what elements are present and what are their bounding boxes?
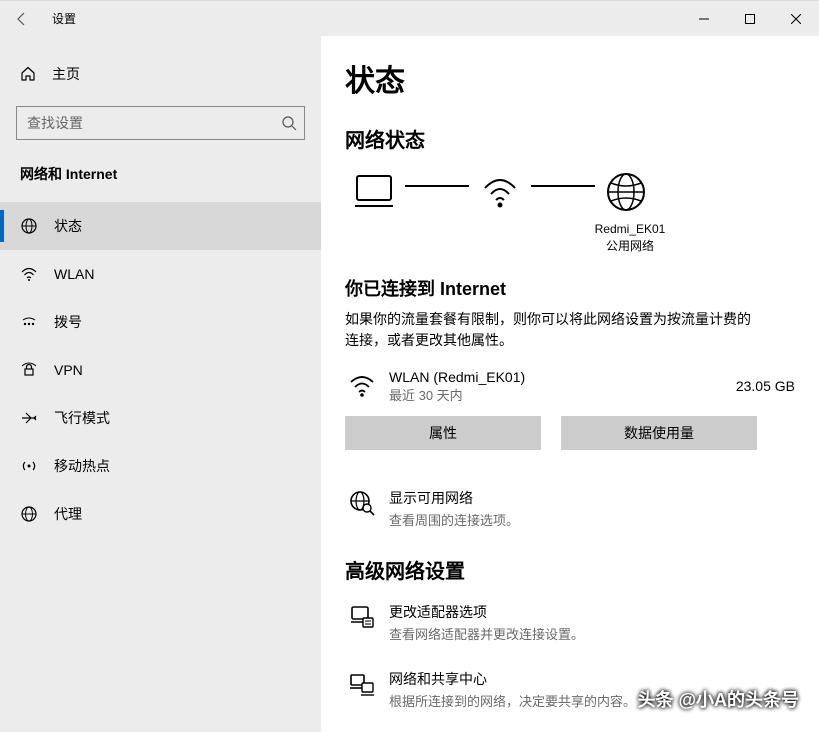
sidebar-item-proxy[interactable]: 代理 bbox=[0, 490, 321, 538]
globe-icon bbox=[601, 171, 651, 213]
connection-name: WLAN (Redmi_EK01) bbox=[389, 369, 736, 385]
section-network-status: 网络状态 bbox=[345, 124, 795, 153]
sidebar-item-label: WLAN bbox=[54, 266, 94, 282]
window-title: 设置 bbox=[52, 10, 76, 27]
adapter-title: 更改适配器选项 bbox=[389, 602, 584, 622]
sidebar: 主页 网络和 Internet 状态 WLAN bbox=[0, 36, 321, 732]
sidebar-item-label: 移动热点 bbox=[54, 456, 110, 476]
proxy-icon bbox=[20, 505, 38, 523]
sidebar-item-hotspot[interactable]: 移动热点 bbox=[0, 442, 321, 490]
adapter-desc: 查看网络适配器并更改连接设置。 bbox=[389, 624, 584, 643]
router-wifi-icon bbox=[475, 172, 525, 212]
sharing-title: 网络和共享中心 bbox=[389, 669, 636, 689]
diagram-ssid: Redmi_EK01 bbox=[465, 221, 795, 238]
sidebar-item-wlan[interactable]: WLAN bbox=[0, 250, 321, 298]
connector bbox=[405, 185, 469, 187]
show-networks-desc: 查看周围的连接选项。 bbox=[389, 510, 519, 529]
search-icon bbox=[281, 115, 297, 131]
pc-icon bbox=[349, 172, 399, 212]
content: 状态 网络状态 Redmi_EK01 公用网络 你已连接到 Internet 如… bbox=[321, 36, 819, 732]
sidebar-item-label: VPN bbox=[54, 362, 83, 378]
sidebar-item-label: 状态 bbox=[54, 216, 82, 236]
status-icon bbox=[20, 217, 38, 235]
data-usage-button[interactable]: 数据使用量 bbox=[561, 416, 757, 450]
sidebar-item-dialup[interactable]: 拨号 bbox=[0, 298, 321, 346]
connection-recent: 最近 30 天内 bbox=[389, 385, 736, 404]
section-advanced: 高级网络设置 bbox=[345, 555, 795, 584]
sidebar-item-label: 拨号 bbox=[54, 312, 82, 332]
connection-row: WLAN (Redmi_EK01) 最近 30 天内 23.05 GB bbox=[345, 369, 795, 404]
show-networks-link[interactable]: 显示可用网络 查看周围的连接选项。 bbox=[345, 488, 795, 529]
sidebar-item-status[interactable]: 状态 bbox=[0, 202, 321, 250]
sidebar-item-vpn[interactable]: VPN bbox=[0, 346, 321, 394]
wifi-icon bbox=[345, 374, 379, 398]
diagram-labels: Redmi_EK01 公用网络 bbox=[465, 221, 795, 255]
properties-button[interactable]: 属性 bbox=[345, 416, 541, 450]
sidebar-home[interactable]: 主页 bbox=[0, 54, 321, 94]
sidebar-item-label: 代理 bbox=[54, 504, 82, 524]
connected-desc: 如果你的流量套餐有限制，则你可以将此网络设置为按流量计费的连接，或者更改其他属性… bbox=[345, 309, 755, 351]
sidebar-nav: 状态 WLAN 拨号 VPN bbox=[0, 202, 321, 538]
sidebar-category: 网络和 Internet bbox=[0, 164, 321, 184]
home-icon bbox=[20, 66, 36, 82]
diagram-profile: 公用网络 bbox=[465, 238, 795, 255]
maximize-button[interactable] bbox=[727, 1, 773, 37]
sharing-desc: 根据所连接到的网络，决定要共享的内容。 bbox=[389, 691, 636, 710]
search-wrap bbox=[16, 106, 305, 140]
sidebar-item-airplane[interactable]: 飞行模式 bbox=[0, 394, 321, 442]
title-bar: 设置 bbox=[0, 0, 819, 36]
airplane-icon bbox=[20, 409, 38, 427]
vpn-icon bbox=[20, 361, 38, 379]
dialup-icon bbox=[20, 313, 38, 331]
sidebar-item-label: 飞行模式 bbox=[54, 408, 110, 428]
show-networks-title: 显示可用网络 bbox=[389, 488, 519, 508]
minimize-button[interactable] bbox=[681, 1, 727, 37]
back-button[interactable] bbox=[0, 1, 44, 37]
adapter-icon bbox=[345, 602, 379, 630]
adapter-options-link[interactable]: 更改适配器选项 查看网络适配器并更改连接设置。 bbox=[345, 602, 795, 643]
connection-usage: 23.05 GB bbox=[736, 378, 795, 394]
close-button[interactable] bbox=[773, 1, 819, 37]
connector bbox=[531, 185, 595, 187]
sharing-center-link[interactable]: 网络和共享中心 根据所连接到的网络，决定要共享的内容。 bbox=[345, 669, 795, 710]
sidebar-home-label: 主页 bbox=[52, 64, 80, 84]
connected-heading: 你已连接到 Internet bbox=[345, 275, 795, 301]
page-title: 状态 bbox=[345, 56, 795, 100]
search-input[interactable] bbox=[16, 106, 305, 140]
wifi-icon bbox=[20, 265, 38, 283]
network-diagram bbox=[349, 171, 795, 213]
hotspot-icon bbox=[20, 457, 38, 475]
globe-search-icon bbox=[345, 488, 379, 516]
sharing-icon bbox=[345, 669, 379, 697]
